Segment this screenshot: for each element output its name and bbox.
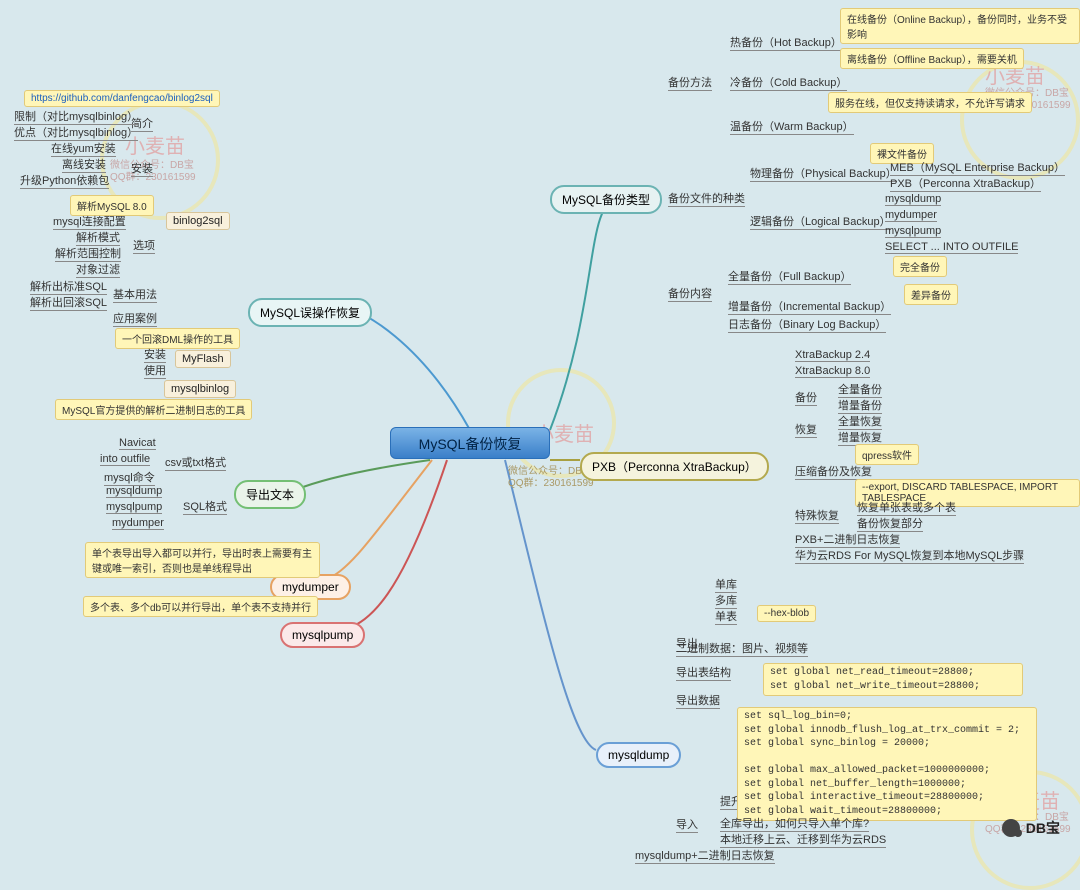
note-qpress: qpress软件 <box>855 444 919 465</box>
node-pxb-b2[interactable]: 增量备份 <box>838 397 882 414</box>
node-pxb-huawei[interactable]: 华为云RDS For MySQL恢复到本地MySQL步骤 <box>795 547 1024 564</box>
branch-misop[interactable]: MySQL误操作恢复 <box>248 298 372 327</box>
node-pxb-compress[interactable]: 压缩备份及恢复 <box>795 463 872 480</box>
node-dump-e2[interactable]: 多库 <box>715 592 737 609</box>
node-pxb-special[interactable]: 特殊恢复 <box>795 507 839 524</box>
node-intro2[interactable]: 优点（对比mysqlbinlog） <box>14 124 138 141</box>
branch-pxb[interactable]: PXB（Perconna XtraBackup） <box>580 452 769 481</box>
node-mf2[interactable]: 使用 <box>144 362 166 379</box>
node-meb[interactable]: MEB（MySQL Enterprise Backup） <box>890 159 1065 176</box>
node-logical[interactable]: 逻辑备份（Logical Backup） <box>750 213 891 230</box>
note-mydumper: 单个表导出导入都可以并行，导出时表上需要有主键或唯一索引，否则也是单线程导出 <box>85 542 320 578</box>
note-url[interactable]: https://github.com/danfengcao/binlog2sql <box>24 90 220 107</box>
root-sub2: QQ群：230161599 <box>508 474 594 489</box>
node-dump-i2[interactable]: 本地迁移上云、迁移到华为云RDS <box>720 831 886 848</box>
node-sql1[interactable]: mysqldump <box>106 485 162 498</box>
node-mf1[interactable]: 安装 <box>144 346 166 363</box>
node-pxb-backup[interactable]: 备份 <box>795 389 817 406</box>
node-dump-struct[interactable]: 导出表结构 <box>676 664 731 681</box>
node-physical[interactable]: 物理备份（Physical Backup） <box>750 165 897 182</box>
node-dump-import[interactable]: 导入 <box>676 816 698 833</box>
node-dump-e3[interactable]: 单表 <box>715 608 737 625</box>
node-csv1[interactable]: Navicat <box>119 437 156 450</box>
node-binlog2sql[interactable]: binlog2sql <box>166 212 230 230</box>
note-mysqlpump: 多个表、多个db可以并行导出，单个表不支持并行 <box>83 596 318 617</box>
note-myflash: 一个回滚DML操作的工具 <box>115 328 240 349</box>
node-l4[interactable]: SELECT ... INTO OUTFILE <box>885 241 1018 254</box>
node-pxb-b1[interactable]: 全量备份 <box>838 381 882 398</box>
note-warm: 服务在线，但仅支持读请求，不允许写请求 <box>828 92 1032 113</box>
node-mysqlbinlog[interactable]: mysqlbinlog <box>164 380 236 398</box>
node-inst3[interactable]: 升级Python依赖包 <box>20 172 109 189</box>
db-treasure-logo: DB宝 <box>1002 818 1060 838</box>
node-options[interactable]: 选项 <box>133 237 155 254</box>
node-dump-combo[interactable]: mysqldump+二进制日志恢复 <box>635 847 775 864</box>
node-csv2[interactable]: into outfile <box>100 453 150 466</box>
node-xb80[interactable]: XtraBackup 8.0 <box>795 365 870 378</box>
chat-icon <box>1002 819 1020 837</box>
note-dump-speed: set sql_log_bin=0; set global innodb_flu… <box>737 707 1037 821</box>
node-warm-backup[interactable]: 温备份（Warm Backup） <box>730 118 854 135</box>
node-intro1[interactable]: 限制（对比mysqlbinlog） <box>14 108 138 125</box>
node-cold-backup[interactable]: 冷备份（Cold Backup） <box>730 74 847 91</box>
node-dump-e1[interactable]: 单库 <box>715 576 737 593</box>
node-cases[interactable]: 应用案例 <box>113 310 157 327</box>
node-myflash[interactable]: MyFlash <box>175 350 231 368</box>
node-inst1[interactable]: 在线yum安装 <box>51 140 116 157</box>
node-l2[interactable]: mydumper <box>885 209 937 222</box>
note-cold: 离线备份（Offline Backup），需要关机 <box>840 48 1024 69</box>
node-xb24[interactable]: XtraBackup 2.4 <box>795 349 870 362</box>
node-backup-method[interactable]: 备份方法 <box>668 74 712 91</box>
node-binlog-backup[interactable]: 日志备份（Binary Log Backup） <box>728 316 886 333</box>
node-sql2[interactable]: mysqlpump <box>106 501 162 514</box>
note-diff: 差异备份 <box>904 284 958 305</box>
node-csv[interactable]: csv或txt格式 <box>165 454 226 471</box>
branch-export-text[interactable]: 导出文本 <box>234 480 306 509</box>
node-incremental[interactable]: 增量备份（Incremental Backup） <box>728 298 891 315</box>
node-inst2[interactable]: 离线安装 <box>62 156 106 173</box>
node-basic2[interactable]: 解析出回滚SQL <box>30 294 107 311</box>
node-file-kind[interactable]: 备份文件的种类 <box>668 190 745 207</box>
branch-backup-types[interactable]: MySQL备份类型 <box>550 185 662 214</box>
node-csv3[interactable]: mysql命令 <box>104 469 155 486</box>
note-dump-data: set global net_read_timeout=28800; set g… <box>763 663 1023 696</box>
note-hexblob: --hex-blob <box>757 605 816 622</box>
node-opt1[interactable]: mysql连接配置 <box>53 213 126 230</box>
node-pxb-restore[interactable]: 恢复 <box>795 421 817 438</box>
node-pxb-binlog[interactable]: PXB+二进制日志恢复 <box>795 531 900 548</box>
node-pxb-r1[interactable]: 全量恢复 <box>838 413 882 430</box>
note-hot: 在线备份（Online Backup），备份同时，业务不受影响 <box>840 8 1080 44</box>
node-pxb-phys[interactable]: PXB（Perconna XtraBackup） <box>890 175 1041 192</box>
node-opt4[interactable]: 对象过滤 <box>76 261 120 278</box>
node-basic[interactable]: 基本用法 <box>113 286 157 303</box>
node-pxb-s1[interactable]: 恢复单张表或多个表 <box>857 499 956 516</box>
node-hot-backup[interactable]: 热备份（Hot Backup） <box>730 34 842 51</box>
node-l3[interactable]: mysqlpump <box>885 225 941 238</box>
root-node[interactable]: MySQL备份恢复 <box>390 427 550 459</box>
node-full[interactable]: 全量备份（Full Backup） <box>728 268 851 285</box>
node-l1[interactable]: mysqldump <box>885 193 941 206</box>
branch-mysqlpump[interactable]: mysqlpump <box>280 622 365 648</box>
node-opt2[interactable]: 解析模式 <box>76 229 120 246</box>
node-sql3[interactable]: mydumper <box>112 517 164 530</box>
node-backup-content[interactable]: 备份内容 <box>668 285 712 302</box>
branch-mysqldump[interactable]: mysqldump <box>596 742 681 768</box>
node-dump-bin[interactable]: 二进制数据：图片、视频等 <box>676 640 808 657</box>
node-sqlf[interactable]: SQL格式 <box>183 498 227 515</box>
node-dump-i1[interactable]: 全库导出，如何只导入单个库? <box>720 815 869 832</box>
node-dump-data[interactable]: 导出数据 <box>676 692 720 709</box>
note-mysqlbinlog: MySQL官方提供的解析二进制日志的工具 <box>55 399 252 420</box>
node-install[interactable]: 安装 <box>131 160 153 177</box>
node-basic1[interactable]: 解析出标准SQL <box>30 278 107 295</box>
node-pxb-s2[interactable]: 备份恢复部分 <box>857 515 923 532</box>
node-opt3[interactable]: 解析范围控制 <box>55 245 121 262</box>
note-fullonly: 完全备份 <box>893 256 947 277</box>
